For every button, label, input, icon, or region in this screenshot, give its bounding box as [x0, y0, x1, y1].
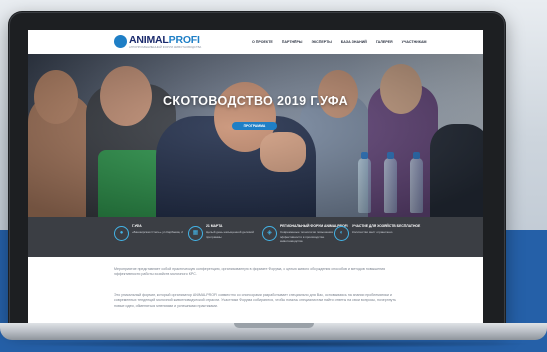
- hero-title: СКОТОВОДСТВО 2019 Г.УФА: [162, 94, 349, 108]
- nav-item-partners[interactable]: ПАРТНЁРЫ: [282, 40, 303, 44]
- laptop-shadow: [10, 340, 537, 348]
- laptop-screen: ANIMALPROFI АГРОПРОМЫШЛЕННЫЙ ФОРУМ ЖИВОТ…: [28, 30, 483, 325]
- location-icon: ●: [114, 226, 129, 241]
- calendar-icon: ▦: [188, 226, 203, 241]
- intro-paragraph: Мероприятие представляет собой практичес…: [114, 267, 386, 277]
- hero-overlay: [28, 54, 483, 217]
- nav-item-gallery[interactable]: ГАЛЕРЕЯ: [376, 40, 393, 44]
- main-nav: О ПРОЕКТЕ ПАРТНЁРЫ ЭКСПЕРТЫ БАЗА ЗНАНИЙ …: [252, 40, 427, 44]
- feature-desc: Количество мест ограничено: [352, 230, 393, 234]
- hero-banner: СКОТОВОДСТВО 2019 Г.УФА ПРОГРАММА: [28, 54, 483, 217]
- features-bar: ● Г.УФА «Башкирская Степь» ул.Карбаева, …: [28, 217, 483, 257]
- format-paragraph: Это уникальный формат, который организат…: [114, 293, 396, 308]
- site-header: ANIMALPROFI АГРОПРОМЫШЛЕННЫЙ ФОРУМ ЖИВОТ…: [28, 30, 483, 55]
- logo-mark-icon: [114, 35, 127, 48]
- program-button[interactable]: ПРОГРАММА: [232, 122, 277, 130]
- feature-title: УЧАСТИЕ ДЛЯ ХОЗЯЙСТВ БЕСПЛАТНОЕ: [352, 224, 421, 228]
- nav-item-about[interactable]: О ПРОЕКТЕ: [252, 40, 273, 44]
- feature-title: Г.УФА: [132, 224, 142, 228]
- content-section: Мероприятие представляет собой практичес…: [28, 257, 483, 325]
- nav-item-experts[interactable]: ЭКСПЕРТЫ: [311, 40, 331, 44]
- laptop-notch: [234, 323, 314, 328]
- feature-desc: «Башкирская Степь» ул.Карбаева, 2: [132, 230, 183, 234]
- users-icon: ◐: [334, 226, 349, 241]
- logo-subtitle: АГРОПРОМЫШЛЕННЫЙ ФОРУМ ЖИВОТНОВОДСТВА: [129, 45, 202, 49]
- nav-item-knowledge-base[interactable]: БАЗА ЗНАНИЙ: [341, 40, 367, 44]
- forum-icon: ◈: [262, 226, 277, 241]
- feature-desc: Современные технологии повышения эффекти…: [280, 230, 333, 244]
- feature-desc: Целый день насыщенной деловой программы: [206, 230, 254, 239]
- feature-title: 21 МАРТА: [206, 224, 223, 228]
- nav-item-participants[interactable]: УЧАСТНИКАМ: [402, 40, 427, 44]
